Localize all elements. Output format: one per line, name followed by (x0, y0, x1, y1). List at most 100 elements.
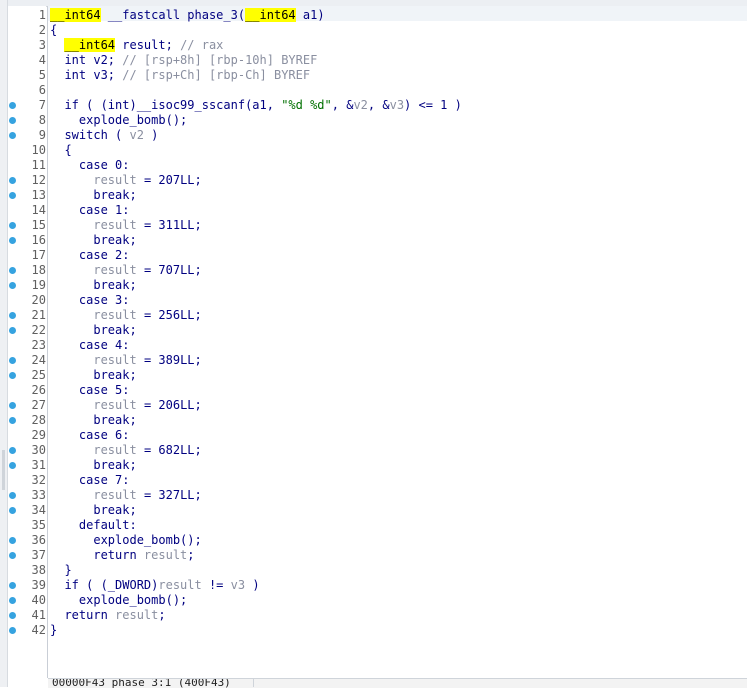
code-line[interactable]: break; (50, 323, 137, 338)
code-line[interactable]: break; (50, 413, 137, 428)
breakpoint-dot-icon[interactable] (9, 132, 16, 139)
code-line[interactable]: result = 327LL; (50, 488, 202, 503)
code-line[interactable]: result = 389LL; (50, 353, 201, 368)
code-line[interactable]: explode_bomb(); (50, 533, 201, 548)
breakpoint-dot-icon[interactable] (9, 597, 16, 604)
line-number: 9 (38, 128, 46, 142)
code-line[interactable]: return result; (50, 548, 194, 563)
code-token: int v3; (50, 68, 123, 82)
code-line[interactable]: result = 206LL; (50, 398, 201, 413)
line-number: 22 (31, 323, 46, 337)
breakpoint-dot-icon[interactable] (9, 552, 16, 559)
code-line[interactable]: case 3: (50, 293, 130, 308)
variable-token: result (93, 263, 137, 277)
code-token: break; (50, 503, 137, 517)
code-line[interactable]: break; (50, 278, 136, 293)
code-token: break; (50, 413, 137, 427)
code-line[interactable]: break; (50, 188, 136, 203)
breakpoint-dot-icon[interactable] (9, 612, 16, 619)
line-number: 13 (31, 188, 46, 202)
breakpoint-dot-icon[interactable] (9, 177, 16, 184)
code-token: break; (50, 323, 137, 337)
breakpoint-dot-icon[interactable] (9, 582, 16, 589)
code-token: case 6: (50, 428, 130, 442)
code-line[interactable]: break; (50, 233, 136, 248)
code-line[interactable]: int v2; // [rsp+8h] [rbp-10h] BYREF (50, 53, 317, 68)
code-token: = 207LL; (136, 173, 202, 187)
code-line[interactable]: result = 682LL; (50, 443, 201, 458)
breakpoint-dot-icon[interactable] (9, 627, 16, 634)
code-line[interactable]: case 0: (50, 158, 130, 173)
breakpoint-dot-icon[interactable] (9, 282, 16, 289)
breakpoint-dot-icon[interactable] (9, 312, 16, 319)
breakpoint-dot-icon[interactable] (9, 237, 16, 244)
status-separator (253, 678, 254, 687)
code-line[interactable]: int v3; // [rsp+Ch] [rbp-Ch] BYREF (50, 68, 310, 83)
breakpoint-dot-icon[interactable] (9, 102, 16, 109)
type-keyword: __int64 (245, 8, 296, 22)
breakpoint-dot-icon[interactable] (9, 357, 16, 364)
line-number: 24 (31, 353, 46, 367)
code-line[interactable]: case 1: (50, 203, 130, 218)
breakpoint-dot-icon[interactable] (9, 222, 16, 229)
code-line[interactable]: return result; (50, 608, 165, 623)
line-number: 25 (31, 368, 46, 382)
code-line[interactable]: default: (50, 518, 137, 533)
code-line[interactable]: result = 707LL; (50, 263, 201, 278)
line-number: 34 (31, 503, 46, 517)
code-token: = 327LL; (136, 488, 202, 502)
code-line[interactable]: break; (50, 458, 136, 473)
code-line[interactable]: case 6: (50, 428, 130, 443)
code-line[interactable]: if ( (_DWORD)result != v3 ) (50, 578, 259, 593)
code-line[interactable]: if ( (int)__isoc99_sscanf(a1, "%d %d", &… (50, 98, 461, 113)
pseudocode-view[interactable]: __int64 __fastcall phase_3(__int64 a1){ … (48, 6, 747, 678)
breakpoint-dot-icon[interactable] (9, 372, 16, 379)
code-token: case 0: (50, 158, 130, 172)
variable-token: // [rsp+8h] [rbp-10h] BYREF (122, 53, 318, 67)
line-number: 14 (31, 203, 46, 217)
code-line[interactable]: break; (50, 368, 136, 383)
code-line[interactable]: break; (50, 503, 137, 518)
code-line[interactable]: __int64 result; // rax (50, 38, 223, 53)
code-line[interactable]: explode_bomb(); (50, 593, 187, 608)
code-line[interactable]: __int64 __fastcall phase_3(__int64 a1) (50, 8, 325, 23)
type-keyword: __int64 (50, 8, 101, 22)
breakpoint-dot-icon[interactable] (9, 267, 16, 274)
code-line[interactable]: result = 256LL; (50, 308, 201, 323)
code-line[interactable]: case 2: (50, 248, 130, 263)
code-line[interactable]: } (50, 623, 57, 638)
breakpoint-dot-icon[interactable] (9, 507, 16, 514)
code-token: switch ( (50, 128, 130, 142)
code-token: case 5: (50, 383, 130, 397)
code-line[interactable]: case 5: (50, 383, 130, 398)
line-number: 35 (31, 518, 46, 532)
code-line[interactable]: explode_bomb(); (50, 113, 187, 128)
breakpoint-dot-icon[interactable] (9, 417, 16, 424)
breakpoint-dot-icon[interactable] (9, 192, 16, 199)
code-line[interactable]: { (50, 143, 71, 158)
code-line[interactable]: case 4: (50, 338, 130, 353)
variable-token: result (143, 548, 188, 562)
code-line[interactable]: case 7: (50, 473, 130, 488)
variable-token: v3 (230, 578, 246, 592)
code-line[interactable]: result = 207LL; (50, 173, 202, 188)
line-number: 19 (31, 278, 46, 292)
breakpoint-dot-icon[interactable] (9, 537, 16, 544)
code-line[interactable]: } (50, 563, 71, 578)
code-line[interactable]: switch ( v2 ) (50, 128, 158, 143)
breakpoint-dot-icon[interactable] (9, 327, 16, 334)
code-line[interactable]: { (50, 23, 57, 38)
left-scroll-strip[interactable] (0, 0, 8, 687)
breakpoint-dot-icon[interactable] (9, 117, 16, 124)
breakpoint-dot-icon[interactable] (9, 462, 16, 469)
code-line[interactable]: result = 311LL; (50, 218, 201, 233)
breakpoint-dot-icon[interactable] (9, 492, 16, 499)
breakpoint-dot-icon[interactable] (9, 447, 16, 454)
breakpoint-dot-icon[interactable] (9, 402, 16, 409)
type-keyword: __int64 (64, 38, 116, 52)
